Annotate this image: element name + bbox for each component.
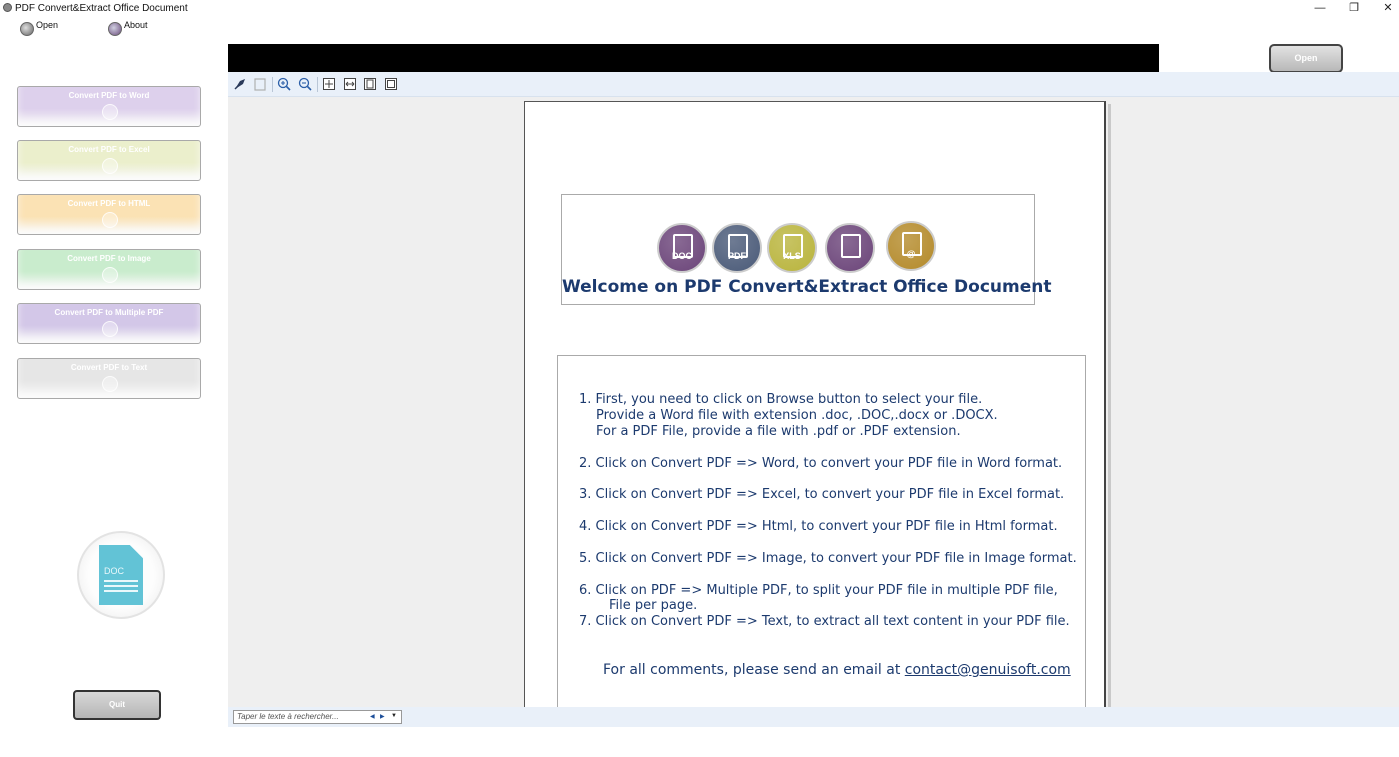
restore-button[interactable]: ❐ xyxy=(1337,0,1371,17)
zoom-in-icon[interactable] xyxy=(277,77,291,91)
instruction-step-6-detail: File per page. xyxy=(609,598,698,613)
instruction-step-6: 6. Click on PDF => Multiple PDF, to spli… xyxy=(579,583,1058,598)
email-link[interactable]: contact@genuisoft.com xyxy=(905,662,1071,678)
instruction-step-2: 2. Click on Convert PDF => Word, to conv… xyxy=(579,456,1063,471)
pdf-logo-icon: PDF xyxy=(712,223,762,273)
fit-page-icon[interactable] xyxy=(322,77,336,91)
doc-badge-text: DOC xyxy=(104,566,124,576)
fit-width-icon[interactable] xyxy=(343,77,357,91)
xls-logo-icon: XLS xyxy=(767,223,817,273)
logo-label: @ xyxy=(906,249,916,259)
welcome-panel: DOC PDF XLS @ Welcome on PDF Convert&Ext… xyxy=(561,194,1052,305)
convert-to-word-button[interactable]: Convert PDF to Word xyxy=(17,86,201,127)
pdf-page: DOC PDF XLS @ Welcome on PDF Convert&Ext… xyxy=(524,101,1106,707)
convert-icon xyxy=(102,104,118,120)
convert-icon xyxy=(102,376,118,392)
open-file-button[interactable]: Open xyxy=(1269,44,1343,73)
continuous-page-icon[interactable] xyxy=(384,77,398,91)
convert-to-image-label: Convert PDF to Image xyxy=(67,254,151,263)
comments-text: For all comments, please send an email a… xyxy=(603,662,905,678)
hand-tool-icon[interactable] xyxy=(233,77,247,91)
search-options-icon[interactable]: ▼ xyxy=(391,713,397,719)
window-title: PDF Convert&Extract Office Document xyxy=(15,3,188,14)
search-next-icon[interactable]: ▶ xyxy=(380,713,385,720)
logo-label: DOC xyxy=(672,251,692,261)
instruction-step-1-detail: For a PDF File, provide a file with .pdf… xyxy=(596,424,961,439)
instruction-step-4: 4. Click on Convert PDF => Html, to conv… xyxy=(579,519,1058,534)
instruction-step-1-detail: Provide a Word file with extension .doc,… xyxy=(596,408,998,423)
about-menu-icon xyxy=(108,22,122,36)
app-icon xyxy=(3,3,12,12)
viewer-toolbar xyxy=(228,72,1399,97)
minimize-button[interactable]: — xyxy=(1303,0,1337,17)
convert-to-text-label: Convert PDF to Text xyxy=(70,363,148,372)
close-button[interactable]: ✕ xyxy=(1371,0,1399,17)
search-bar: Taper le texte à rechercher... ◀ ▶ ▼ xyxy=(228,707,1399,727)
single-page-icon[interactable] xyxy=(363,77,377,91)
instruction-step-7: 7. Click on Convert PDF => Text, to extr… xyxy=(579,614,1070,629)
zoom-out-icon[interactable] xyxy=(298,77,312,91)
select-text-icon[interactable] xyxy=(253,77,267,91)
menu-about-label: About xyxy=(124,20,148,30)
instruction-step-3: 3. Click on Convert PDF => Excel, to con… xyxy=(579,487,1065,502)
logo-label: PDF xyxy=(728,251,746,261)
pdf-viewer: DOC PDF XLS @ Welcome on PDF Convert&Ext… xyxy=(228,72,1399,727)
convert-to-excel-button[interactable]: Convert PDF to Excel xyxy=(17,140,201,181)
logo-label: XLS xyxy=(783,251,801,261)
search-prev-icon[interactable]: ◀ xyxy=(370,713,375,720)
document-area[interactable]: DOC PDF XLS @ Welcome on PDF Convert&Ext… xyxy=(228,98,1399,707)
instruction-step-5: 5. Click on Convert PDF => Image, to con… xyxy=(579,551,1077,566)
toolbar-separator xyxy=(272,77,273,92)
image-logo-icon xyxy=(825,223,875,273)
convert-to-text-button[interactable]: Convert PDF to Text xyxy=(17,358,201,399)
convert-to-multiple-pdf-label: Convert PDF to Multiple PDF xyxy=(54,308,164,317)
quit-button[interactable]: Quit xyxy=(73,690,161,720)
convert-to-html-button[interactable]: Convert PDF to HTML xyxy=(17,194,201,235)
convert-icon xyxy=(102,158,118,174)
email-logo-icon: @ xyxy=(886,221,936,271)
title-bar: PDF Convert&Extract Office Document — ❐ … xyxy=(0,0,1399,17)
convert-to-html-label: Convert PDF to HTML xyxy=(67,199,151,208)
welcome-title: Welcome on PDF Convert&Extract Office Do… xyxy=(562,277,1052,297)
convert-to-word-label: Convert PDF to Word xyxy=(68,91,150,100)
doc-shape xyxy=(841,234,861,258)
convert-to-excel-label: Convert PDF to Excel xyxy=(68,145,150,154)
instructions-panel: 1. First, you need to click on Browse bu… xyxy=(557,355,1086,707)
header-banner xyxy=(228,44,1159,72)
convert-to-image-button[interactable]: Convert PDF to Image xyxy=(17,249,201,290)
open-menu-icon xyxy=(20,22,34,36)
toolbar-separator xyxy=(317,77,318,92)
doc-logo-icon: DOC xyxy=(657,223,707,273)
doc-line xyxy=(104,580,138,582)
menu-open-label: Open xyxy=(36,20,59,30)
doc-line xyxy=(104,590,138,592)
page-shadow xyxy=(1108,104,1111,707)
comments-line: For all comments, please send an email a… xyxy=(603,662,1071,678)
convert-icon xyxy=(102,321,118,337)
instruction-step-1: 1. First, you need to click on Browse bu… xyxy=(579,392,983,407)
convert-icon xyxy=(102,212,118,228)
doc-file-icon: DOC xyxy=(77,531,165,619)
convert-icon xyxy=(102,267,118,283)
search-input[interactable]: Taper le texte à rechercher... xyxy=(233,710,402,724)
doc-line xyxy=(104,585,138,587)
convert-to-multiple-pdf-button[interactable]: Convert PDF to Multiple PDF xyxy=(17,303,201,344)
